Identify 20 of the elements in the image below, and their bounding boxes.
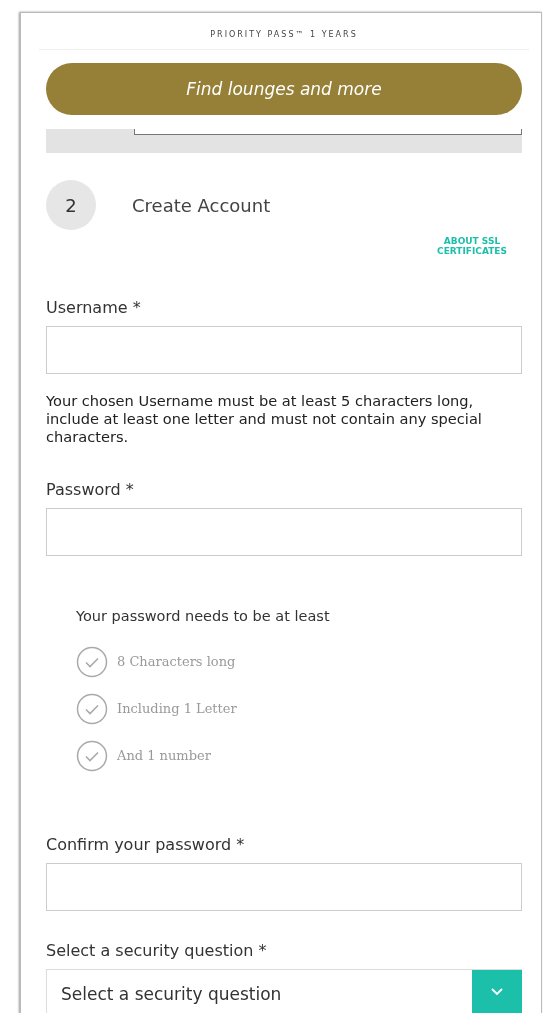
field-label: Password * — [46, 480, 135, 499]
find-lounges-button[interactable]: Find lounges and more — [46, 63, 522, 115]
dropdown-button[interactable] — [472, 970, 522, 1013]
input-field[interactable] — [46, 863, 522, 911]
help-text: Your chosen Username must be at least 5 characters long, include at least one letter and must not contain any special characters. — [46, 392, 483, 446]
requirements-title: Your password needs to be at least — [76, 608, 331, 624]
chevron-down-icon — [491, 987, 503, 996]
requirement-text: 8 Characters long — [117, 654, 236, 669]
security-question-select[interactable]: Select a security question — [46, 969, 522, 1013]
requirement-text: Including 1 Letter — [117, 701, 237, 716]
step-number: 2 — [46, 180, 96, 230]
input-field[interactable] — [46, 326, 522, 374]
field-label: Confirm your password * — [46, 835, 246, 854]
input-field[interactable] — [46, 508, 522, 556]
field-label: Username * — [46, 298, 142, 317]
field-label: Select a security question * — [46, 941, 268, 960]
requirement-text: And 1 number — [117, 748, 211, 763]
ssl-certificates-link[interactable]: ABOUT SSL CERTIFICATES — [422, 236, 522, 256]
brand-title: PRIORITY PASS™ 1 YEARS — [39, 13, 529, 50]
step-title: Create Account — [132, 194, 271, 216]
